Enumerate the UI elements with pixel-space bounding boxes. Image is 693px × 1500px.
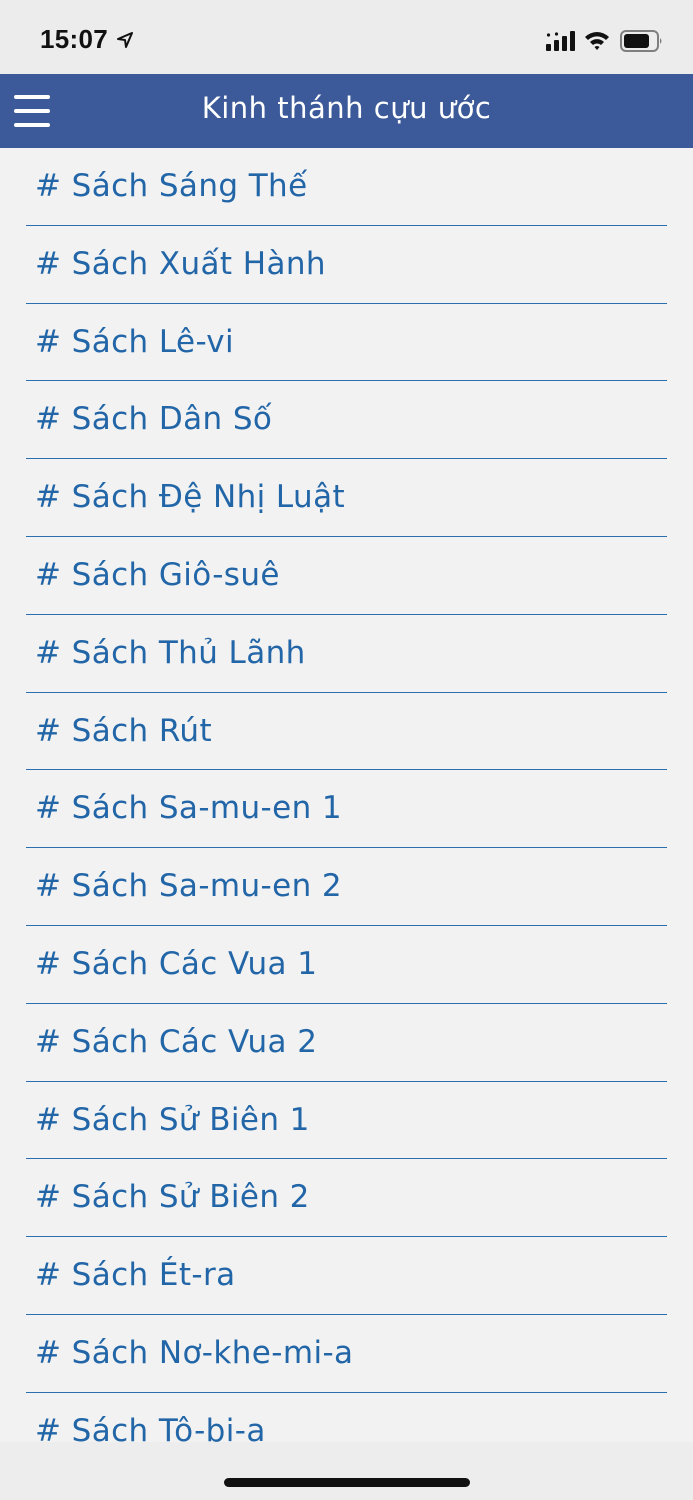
wifi-icon — [585, 32, 609, 50]
list-item[interactable]: # Sách Các Vua 1 — [26, 926, 667, 1004]
list-item[interactable]: # Sách Xuất Hành — [26, 226, 667, 304]
book-title: # Sách Dân Số — [35, 401, 273, 438]
list-item[interactable]: # Sách Sa-mu-en 2 — [26, 848, 667, 926]
list-item[interactable]: # Sách Giô-suê — [26, 537, 667, 615]
home-indicator[interactable] — [224, 1478, 470, 1487]
app-header: Kinh thánh cựu ước — [0, 74, 693, 148]
list-item[interactable]: # Sách Sa-mu-en 1 — [26, 770, 667, 849]
location-arrow-icon — [117, 32, 133, 48]
list-item[interactable]: # Sách Đệ Nhị Luật — [26, 459, 667, 537]
book-title: # Sách Xuất Hành — [35, 245, 326, 282]
home-indicator-area — [0, 1442, 693, 1500]
book-list[interactable]: # Sách Sáng Thế # Sách Xuất Hành # Sách Lê… — [0, 148, 693, 1442]
book-title: # Sách Sáng Thế — [35, 168, 308, 204]
list-item[interactable]: # Sách Rút — [26, 693, 667, 771]
book-title: # Sách Các Vua 2 — [35, 1023, 318, 1060]
list-item[interactable]: # Sách Nơ-khe-mi-a — [26, 1315, 667, 1393]
page-title: Kinh thánh cựu ước — [201, 91, 492, 125]
book-title: # Sách Nơ-khe-mi-a — [35, 1334, 354, 1371]
status-bar: 15:07 — [0, 0, 693, 74]
list-item[interactable]: # Sách Ét-ra — [26, 1237, 667, 1315]
book-title: # Sách Đệ Nhị Luật — [35, 479, 346, 516]
list-item[interactable]: # Sách Sáng Thế — [26, 148, 667, 226]
book-title: # Sách Thủ Lãnh — [35, 634, 306, 671]
list-item[interactable]: # Sách Tô-bi-a — [26, 1393, 667, 1442]
list-item[interactable]: # Sách Dân Số — [26, 381, 667, 460]
battery-icon — [620, 30, 662, 52]
app-screen: 15:07 Kinh thánh cựu ước # Sách Sáng Thế… — [0, 0, 693, 1500]
book-title: # Sách Tô-bi-a — [35, 1412, 266, 1442]
book-title: # Sách Sa-mu-en 1 — [35, 790, 343, 827]
book-title: # Sách Ét-ra — [35, 1257, 236, 1294]
book-title: # Sách Sử Biên 1 — [35, 1101, 310, 1138]
book-title: # Sách Sa-mu-en 2 — [35, 868, 343, 905]
list-item[interactable]: # Sách Lê-vi — [26, 304, 667, 382]
book-title: # Sách Lê-vi — [35, 323, 234, 360]
list-item[interactable]: # Sách Sử Biên 1 — [26, 1082, 667, 1160]
book-title: # Sách Rút — [35, 712, 212, 749]
book-title: # Sách Các Vua 1 — [35, 945, 318, 982]
list-item[interactable]: # Sách Sử Biên 2 — [26, 1159, 667, 1238]
book-title: # Sách Sử Biên 2 — [35, 1179, 310, 1216]
book-title: # Sách Giô-suê — [35, 556, 280, 593]
list-item[interactable]: # Sách Thủ Lãnh — [26, 615, 667, 693]
cellular-signal-icon — [546, 31, 575, 51]
status-time: 15:07 — [40, 24, 108, 54]
list-item[interactable]: # Sách Các Vua 2 — [26, 1004, 667, 1082]
